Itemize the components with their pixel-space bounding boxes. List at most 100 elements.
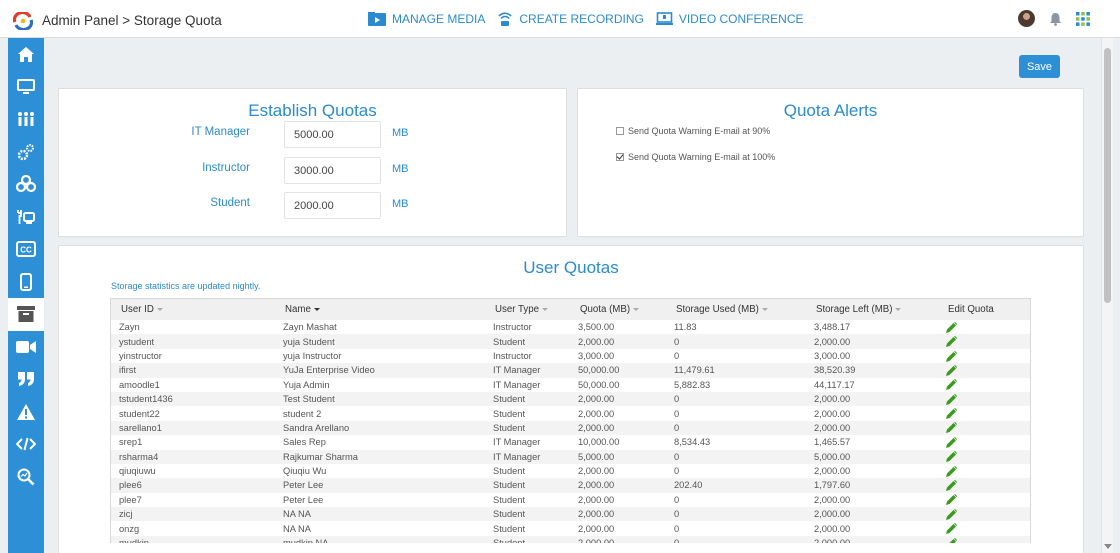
breadcrumb: Admin Panel > Storage Quota	[42, 13, 222, 28]
quota-cell: 2,000.00	[570, 536, 666, 543]
quota-row-it-manager: IT Manager MB	[59, 121, 566, 148]
pencil-icon[interactable]	[946, 393, 957, 405]
storage-left-cell: 2,000.00	[806, 536, 938, 543]
column-header-storage-used[interactable]: Storage Used (MB)	[666, 299, 806, 320]
bell-icon[interactable]	[1049, 12, 1062, 26]
quota-cell: 2,000.00	[578, 523, 615, 534]
pencil-icon[interactable]	[946, 336, 957, 348]
video-conference-link[interactable]: VIDEO CONFERENCE	[655, 11, 804, 27]
sidebar-item-storage[interactable]	[8, 298, 44, 331]
storage-used-cell: 0	[674, 408, 680, 419]
pencil-icon[interactable]	[946, 523, 957, 535]
storage-used-cell: 0	[674, 509, 680, 520]
pencil-icon[interactable]	[946, 480, 957, 492]
quota-input-student[interactable]	[284, 192, 381, 219]
apps-grid-icon[interactable]	[1076, 11, 1090, 26]
top-right-tools	[1018, 10, 1090, 27]
storage-used-cell: 0	[674, 451, 680, 462]
user-type-cell: Student	[485, 536, 570, 543]
table-header-row: User ID Name User Type Quota (MB) Storag…	[111, 299, 1030, 320]
user-id-cell: mudkip	[111, 536, 275, 543]
sidebar-item-alerts[interactable]	[8, 396, 44, 429]
quota-cell: 2,000.00	[578, 336, 615, 347]
user-type-cell: Student	[493, 494, 526, 505]
edit-quota-cell	[938, 320, 1030, 334]
column-header-name[interactable]: Name	[275, 299, 485, 320]
storage-left-cell: 2,000.00	[814, 509, 851, 520]
storage-used-cell: 8,534.43	[674, 437, 711, 448]
quota-unit-instructor: MB	[392, 163, 409, 175]
sidebar-item-boxes[interactable]	[8, 168, 44, 201]
alert-90-checkbox[interactable]	[616, 127, 624, 135]
quota-row-instructor: Instructor MB	[59, 157, 566, 184]
logo-icon[interactable]	[13, 12, 33, 30]
pencil-icon[interactable]	[946, 364, 957, 376]
quota-input-instructor[interactable]	[284, 157, 381, 184]
column-header-user-type[interactable]: User Type	[485, 299, 570, 320]
pencil-icon[interactable]	[946, 451, 957, 463]
alert-100-option[interactable]: Send Quota Warning E-mail at 100%	[616, 152, 775, 162]
pencil-icon[interactable]	[946, 350, 957, 362]
storage-left-cell: 2,000.00	[814, 394, 851, 405]
name-cell: Sandra Arellano	[283, 422, 350, 433]
scrollbar-thumb[interactable]	[1104, 48, 1111, 303]
edit-quota-cell	[938, 421, 1030, 435]
pencil-icon[interactable]	[946, 436, 957, 448]
page-scrollbar[interactable]	[1101, 38, 1113, 553]
name-cell: NA NA	[283, 523, 311, 534]
user-id-cell: plee7	[119, 494, 142, 505]
table-row: sarellano1 Sandra Arellano Student 2,000.00…	[111, 420, 1030, 436]
edit-quota-cell	[938, 334, 1030, 348]
sidebar-item-settings[interactable]	[8, 136, 44, 169]
sidebar-item-captions[interactable]: CC	[8, 233, 44, 266]
pencil-icon[interactable]	[946, 537, 957, 543]
user-type-cell: Student	[493, 466, 526, 477]
sidebar-item-quotes[interactable]	[8, 363, 44, 396]
storage-used-cell: 0	[674, 523, 680, 534]
pencil-icon[interactable]	[946, 465, 957, 477]
user-id-cell: ifirst	[119, 365, 137, 376]
search-analytics-icon	[17, 468, 35, 486]
column-header-storage-left[interactable]: Storage Left (MB)	[806, 299, 938, 320]
pencil-icon[interactable]	[946, 494, 957, 506]
user-id-cell: srep1	[119, 437, 143, 448]
pencil-icon[interactable]	[946, 422, 957, 434]
pencil-icon[interactable]	[946, 321, 957, 333]
pencil-icon[interactable]	[946, 379, 957, 391]
quota-cell: 2,000.00	[578, 509, 615, 520]
avatar[interactable]	[1018, 10, 1035, 27]
user-id-cell: yinstructor	[119, 350, 162, 361]
table-row: amoodle1 Yuja Admin IT Manager 50,000.00 5,8…	[111, 378, 1030, 392]
sidebar-item-analytics[interactable]	[8, 461, 44, 494]
save-button[interactable]: Save	[1019, 55, 1060, 78]
user-id-cell: onzg	[119, 523, 140, 534]
quota-cell: 50,000.00	[578, 379, 620, 390]
user-id-cell: rsharma4	[119, 451, 159, 462]
sidebar-item-mobile[interactable]	[8, 266, 44, 299]
quota-cell: 2,000.00	[578, 480, 615, 491]
pencil-icon[interactable]	[946, 508, 957, 520]
alert-100-checkbox[interactable]	[616, 153, 624, 161]
sidebar-item-devices[interactable]	[8, 201, 44, 234]
storage-left-cell: 3,000.00	[814, 350, 851, 361]
edit-quota-cell	[938, 406, 1030, 420]
quota-input-it-manager[interactable]	[284, 121, 381, 148]
sidebar-item-users[interactable]	[8, 103, 44, 136]
alert-90-option[interactable]: Send Quota Warning E-mail at 90%	[616, 126, 770, 136]
scroll-down-arrow[interactable]	[1104, 544, 1112, 549]
video-camera-icon	[16, 340, 36, 353]
manage-media-link[interactable]: MANAGE MEDIA	[368, 11, 485, 27]
boxes-icon	[16, 175, 36, 193]
name-cell: Peter Lee	[283, 494, 324, 505]
users-icon	[18, 112, 34, 127]
quota-cell: 2,000.00	[578, 408, 615, 419]
column-header-user-id[interactable]: User ID	[111, 299, 275, 320]
sidebar-item-home[interactable]	[8, 38, 44, 71]
create-recording-label: CREATE RECORDING	[519, 12, 644, 26]
sidebar-item-video[interactable]	[8, 331, 44, 364]
pencil-icon[interactable]	[946, 408, 957, 420]
sidebar-item-monitor[interactable]	[8, 71, 44, 104]
sidebar-item-embed[interactable]	[8, 428, 44, 461]
create-recording-link[interactable]: CREATE RECORDING	[497, 11, 644, 27]
column-header-quota[interactable]: Quota (MB)	[570, 299, 666, 320]
